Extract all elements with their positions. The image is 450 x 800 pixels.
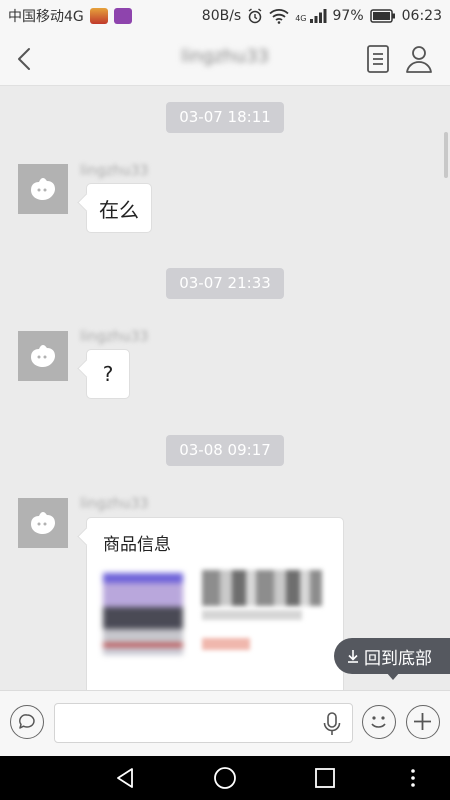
network-speed: 80B/s (201, 8, 242, 24)
speech-bubble-icon (19, 714, 35, 729)
carrier-label: 中国移动4G (8, 9, 84, 25)
wifi-icon (269, 9, 289, 24)
microphone-icon[interactable] (322, 712, 342, 736)
product-title-blurred (202, 570, 322, 606)
network-type-label: 4G (295, 14, 307, 23)
recents-square-icon[interactable] (313, 766, 337, 790)
signal-icon (309, 9, 327, 23)
status-right: 80B/s 4G 97% 06:23 (202, 8, 442, 24)
message-text: 在么 (99, 197, 139, 222)
order-document-icon[interactable] (364, 44, 392, 74)
message-bubble[interactable]: ? (86, 349, 130, 399)
plus-icon (414, 713, 431, 730)
chat-message-list[interactable]: 03-07 18:11 lingzhu33 在么 03-07 21:33 lin… (0, 87, 450, 690)
message-text: ? (102, 362, 114, 386)
user-profile-icon[interactable] (404, 44, 434, 74)
download-arrow-icon (348, 650, 358, 663)
avatar-face-icon (31, 178, 55, 200)
more-options-button[interactable] (406, 705, 440, 739)
sender-avatar[interactable] (18, 498, 68, 548)
scroll-to-bottom-label: 回到底部 (364, 648, 432, 669)
alarm-icon (248, 8, 262, 24)
message-input[interactable] (54, 703, 353, 743)
nav-bar: lingzhu33 (0, 32, 450, 86)
avatar-face-icon (31, 512, 55, 534)
product-subtitle-blurred (202, 610, 302, 620)
back-arrow-icon[interactable] (10, 43, 40, 75)
message-bubble[interactable]: 在么 (86, 183, 152, 233)
product-thumbnail[interactable] (103, 573, 183, 655)
product-price-blurred (202, 638, 250, 650)
sender-name: lingzhu33 (80, 329, 149, 345)
voice-toggle-button[interactable] (10, 705, 44, 739)
system-navigation-bar (0, 756, 450, 800)
sender-avatar[interactable] (18, 164, 68, 214)
battery-percent: 97% (332, 8, 364, 24)
input-bar (0, 690, 450, 756)
clock: 06:23 (401, 8, 442, 24)
battery-icon (369, 9, 395, 23)
status-bar: 中国移动4G 80B/s 4G 97% 06:23 (0, 0, 450, 32)
product-card-title: 商品信息 (103, 535, 171, 555)
back-triangle-icon[interactable] (113, 766, 137, 790)
chat-scrollbar[interactable] (444, 132, 448, 178)
product-info-card[interactable]: 商品信息 (86, 517, 344, 690)
chat-title: lingzhu33 (180, 46, 269, 67)
sender-name: lingzhu33 (80, 496, 149, 512)
status-left: 中国移动4G (8, 6, 132, 26)
smiley-icon (371, 716, 386, 728)
sender-avatar[interactable] (18, 331, 68, 381)
gallery-notification-icon (113, 8, 132, 24)
timestamp-label: 03-07 18:11 (166, 102, 284, 133)
scroll-to-bottom-button[interactable]: 回到底部 (334, 638, 450, 680)
timestamp-label: 03-08 09:17 (166, 435, 284, 466)
timestamp-label: 03-07 21:33 (166, 268, 284, 299)
home-circle-icon[interactable] (213, 766, 237, 790)
emoji-button[interactable] (362, 705, 396, 739)
avatar-face-icon (31, 345, 55, 367)
sender-name: lingzhu33 (80, 163, 149, 179)
menu-dots-icon[interactable] (401, 766, 425, 790)
app-notification-icon (89, 8, 108, 24)
